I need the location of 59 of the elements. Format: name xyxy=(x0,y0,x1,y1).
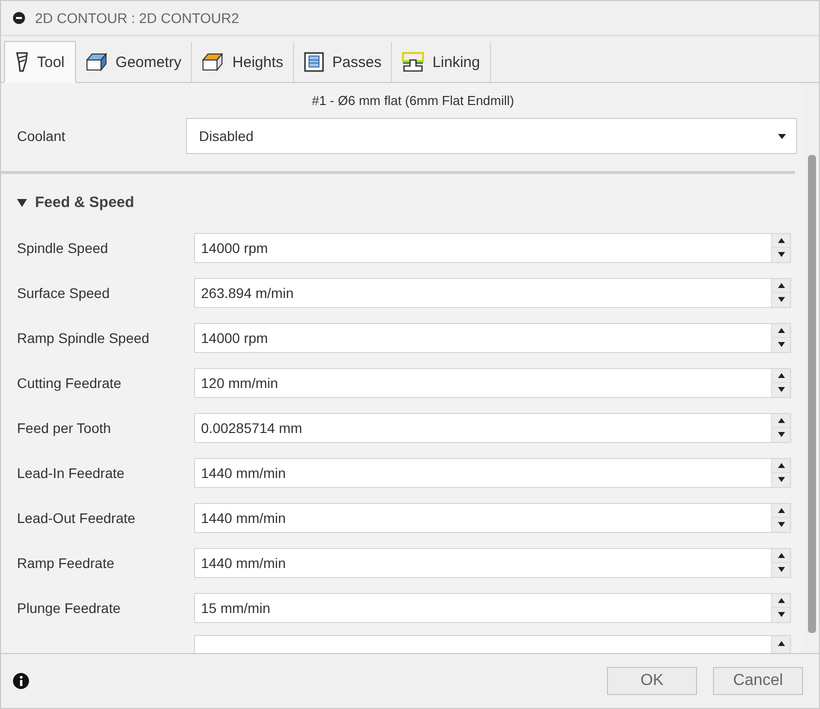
number-field[interactable]: 120 mm/min xyxy=(194,368,791,398)
down-arrow-icon xyxy=(778,432,784,438)
window-title: 2D CONTOUR : 2D CONTOUR2 xyxy=(35,10,240,26)
tab[interactable]: Linking xyxy=(392,42,491,82)
up-arrow-icon xyxy=(778,372,784,378)
field-label: Feed per Tooth xyxy=(17,420,112,436)
tab[interactable]: Heights xyxy=(192,42,294,82)
down-arrow-icon xyxy=(778,522,784,528)
number-field[interactable]: 0.00285714 mm xyxy=(194,412,791,442)
number-field[interactable]: 14000 rpm xyxy=(194,322,791,352)
down-arrow-icon xyxy=(778,387,784,392)
up-arrow-icon xyxy=(778,282,784,288)
up-arrow-icon xyxy=(778,462,784,468)
scrollbar-thumb[interactable] xyxy=(808,155,816,633)
up-arrow-icon xyxy=(778,508,784,513)
tool-description: #1 - Ø6 mm flat (6mm Flat Endmill) xyxy=(310,92,516,110)
linking-icon xyxy=(402,52,424,72)
coolant-dropdown[interactable]: Disabled xyxy=(186,118,797,154)
tab[interactable]: Passes xyxy=(294,42,392,82)
cancel-button[interactable]: Cancel xyxy=(713,667,803,695)
field-label: Ramp Spindle Speed xyxy=(17,330,150,346)
down-arrow-icon xyxy=(778,612,784,618)
field-label: Coolant xyxy=(17,128,66,144)
up-arrow-icon xyxy=(778,552,784,558)
up-arrow-icon xyxy=(778,418,784,423)
tab[interactable]: Tool xyxy=(4,41,76,83)
up-arrow-icon xyxy=(778,640,784,646)
down-arrow-icon xyxy=(778,342,784,348)
tab[interactable]: Geometry xyxy=(76,42,192,82)
cube-icon xyxy=(86,52,108,72)
field-label: Surface Speed xyxy=(17,284,111,300)
up-arrow-icon xyxy=(778,328,784,333)
field-label: Ramp Feedrate xyxy=(17,554,116,570)
field-label: Plunge Feedrate xyxy=(17,600,122,616)
info-icon[interactable] xyxy=(13,673,29,689)
number-field[interactable]: 263.894 m/min xyxy=(194,278,791,308)
field-label: Lead-Out Feedrate xyxy=(17,510,136,526)
section-title: Feed & Speed xyxy=(35,194,134,211)
number-field[interactable]: 1440 mm/min xyxy=(194,502,791,532)
number-field[interactable]: 15 mm/min xyxy=(194,592,791,622)
end-mill-icon xyxy=(15,52,29,72)
up-arrow-icon xyxy=(778,598,784,603)
number-field[interactable]: 1440 mm/min xyxy=(194,548,791,578)
down-arrow-icon xyxy=(778,252,784,258)
down-arrow-icon xyxy=(778,567,784,572)
passes-icon xyxy=(304,52,324,72)
expanded-triangle-icon[interactable] xyxy=(17,198,27,206)
down-arrow-icon xyxy=(778,297,784,302)
ok-button[interactable]: OK xyxy=(607,667,697,695)
collapse-icon[interactable] xyxy=(13,12,25,24)
field-label: Spindle Speed xyxy=(17,240,110,256)
number-field[interactable]: 1440 mm/min xyxy=(194,458,791,488)
block-icon xyxy=(202,52,224,72)
field-label: Cutting Feedrate xyxy=(17,374,122,390)
field-label: Lead-In Feedrate xyxy=(17,464,126,480)
dropdown-caret-icon xyxy=(778,134,786,138)
number-field[interactable]: 14000 rpm xyxy=(194,232,791,262)
up-arrow-icon xyxy=(778,238,784,243)
down-arrow-icon xyxy=(778,477,784,482)
